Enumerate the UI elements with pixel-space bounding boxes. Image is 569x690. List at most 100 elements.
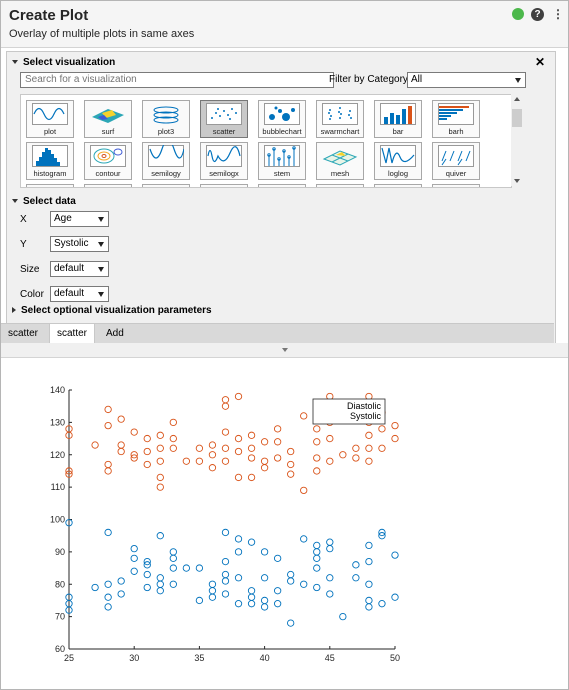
semilogy-icon <box>148 145 184 167</box>
tile-plot3[interactable]: plot3 <box>142 100 190 138</box>
x-tick-label: 25 <box>64 653 74 663</box>
tile-label: barh <box>448 127 464 136</box>
chevron-down-icon <box>515 78 521 83</box>
tile-semilogy[interactable]: semilogy <box>142 142 190 180</box>
tile-label: quiver <box>445 169 467 178</box>
tile-partial[interactable] <box>142 184 190 187</box>
visualization-gallery: plot surf plot3 scatter bubblechart swar… <box>20 94 512 188</box>
expand-triangle-icon <box>12 307 16 314</box>
tile-plot[interactable]: plot <box>26 100 74 138</box>
x-tick-label: 40 <box>260 653 270 663</box>
scroll-down-icon[interactable] <box>514 179 520 183</box>
bar-icon <box>380 103 416 125</box>
tab-add[interactable]: Add <box>99 324 131 343</box>
tile-swarmchart[interactable]: swarmchart <box>316 100 364 138</box>
mesh-icon <box>322 150 358 166</box>
y-label: Y <box>20 239 27 250</box>
size-label: Size <box>20 264 40 275</box>
tile-loglog[interactable]: loglog <box>374 142 422 180</box>
stem-icon <box>264 145 300 167</box>
collapse-triangle-icon <box>12 199 18 204</box>
tile-partial[interactable] <box>432 184 480 187</box>
x-label: X <box>20 214 27 225</box>
color-dropdown[interactable]: default <box>50 286 109 302</box>
barh-icon <box>438 103 474 125</box>
tile-contour[interactable]: contour <box>84 142 132 180</box>
task-panel: Select visualization ✕ Filter by Categor… <box>6 51 556 344</box>
scroll-thumb[interactable] <box>512 109 522 127</box>
surf-icon <box>92 109 124 123</box>
app-subtitle: Overlay of multiple plots in same axes <box>9 28 195 40</box>
tile-label: loglog <box>387 169 409 178</box>
chevron-down-icon <box>98 267 104 272</box>
tab-scatter-2[interactable]: scatter <box>49 324 96 343</box>
section-label: Select data <box>23 196 76 207</box>
tile-label: surf <box>101 127 115 136</box>
select-data-header[interactable]: Select data <box>12 196 76 207</box>
loglog-icon <box>380 145 416 167</box>
tile-stem[interactable]: stem <box>258 142 306 180</box>
histogram-icon <box>32 145 68 167</box>
help-icon[interactable]: ? <box>531 8 544 21</box>
tile-surf[interactable]: surf <box>84 100 132 138</box>
swarmchart-icon <box>322 103 358 125</box>
tile-partial[interactable] <box>374 184 422 187</box>
x-variable-dropdown[interactable]: Age <box>50 211 109 227</box>
more-options-icon[interactable]: ⋮ <box>552 7 564 21</box>
collapse-panel-icon[interactable] <box>282 348 288 352</box>
tile-scatter[interactable]: scatter <box>200 100 248 138</box>
y-tick-label: 100 <box>50 515 65 525</box>
semilogx-icon <box>206 145 242 167</box>
scatter-icon <box>206 103 242 125</box>
tile-mesh[interactable]: mesh <box>316 142 364 180</box>
tab-scatter-1[interactable]: scatter <box>1 324 45 343</box>
tile-histogram[interactable]: histogram <box>26 142 74 180</box>
tile-label: plot3 <box>157 127 175 136</box>
optional-parameters-header[interactable]: Select optional visualization parameters <box>12 305 212 316</box>
x-tick-label: 35 <box>194 653 204 663</box>
visualization-search-input[interactable] <box>20 72 334 88</box>
y-tick-label: 80 <box>55 579 65 589</box>
scatter-plot: 6070809010011012013014025 30 35 40 45 50Diast… <box>50 385 400 663</box>
select-visualization-header[interactable]: Select visualization <box>12 57 115 68</box>
y-variable-value: Systolic <box>54 238 89 249</box>
gallery-scrollbar[interactable] <box>511 94 523 186</box>
scroll-up-icon[interactable] <box>514 97 520 101</box>
quiver-icon <box>438 145 474 167</box>
x-tick-label: 30 <box>129 653 139 663</box>
tile-bubblechart[interactable]: bubblechart <box>258 100 306 138</box>
tile-label: plot <box>43 127 57 136</box>
color-value: default <box>54 288 85 299</box>
size-dropdown[interactable]: default <box>50 261 109 277</box>
tile-partial[interactable] <box>258 184 306 187</box>
tile-partial[interactable] <box>26 184 74 187</box>
tile-label: mesh <box>330 169 350 178</box>
y-variable-dropdown[interactable]: Systolic <box>50 236 109 252</box>
tile-partial[interactable] <box>200 184 248 187</box>
y-tick-label: 120 <box>50 450 65 460</box>
tile-label: scatter <box>212 127 236 136</box>
app-title: Create Plot <box>9 7 89 24</box>
tile-label: bubblechart <box>262 127 302 136</box>
tile-label: bar <box>392 127 404 136</box>
tile-partial[interactable] <box>84 184 132 187</box>
tile-quiver[interactable]: quiver <box>432 142 480 180</box>
tile-label: contour <box>95 169 121 178</box>
tile-bar[interactable]: bar <box>374 100 422 138</box>
tile-partial[interactable] <box>316 184 364 187</box>
y-tick-label: 70 <box>55 612 65 622</box>
tile-label: stem <box>273 169 291 178</box>
tile-semilogx[interactable]: semilogx <box>200 142 248 180</box>
filter-category-dropdown[interactable]: All <box>407 72 526 88</box>
y-tick-label: 90 <box>55 547 65 557</box>
tile-label: semilogx <box>209 169 239 178</box>
status-green-dot <box>512 8 524 20</box>
chevron-down-icon <box>98 242 104 247</box>
filter-category-value: All <box>411 74 423 85</box>
tile-label: swarmchart <box>320 127 360 136</box>
section-label: Select visualization <box>23 57 116 68</box>
collapse-triangle-icon <box>12 60 18 65</box>
close-icon[interactable]: ✕ <box>535 55 545 69</box>
tile-barh[interactable]: barh <box>432 100 480 138</box>
panel-collapse-bar[interactable] <box>1 343 568 358</box>
